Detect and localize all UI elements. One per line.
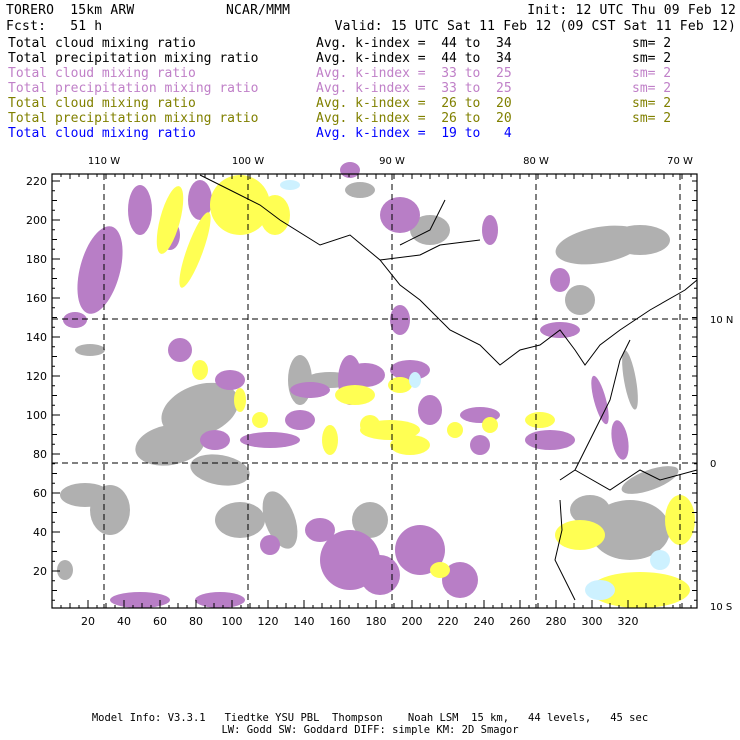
lightblue-cloud-region bbox=[650, 550, 670, 570]
latitude-label: 10 S bbox=[710, 602, 732, 613]
y-tick-label: 20 bbox=[33, 565, 47, 578]
purple-cloud-region bbox=[195, 592, 245, 608]
yellow-cloud-region bbox=[430, 562, 450, 578]
gray-cloud-region bbox=[90, 485, 130, 535]
model-info-line2: LW: Godd SW: Goddard DIFF: simple KM: 2D… bbox=[221, 724, 519, 736]
latitude-label: 10 N bbox=[710, 315, 733, 326]
y-tick-label: 120 bbox=[26, 370, 47, 383]
y-tick-label: 40 bbox=[33, 526, 47, 539]
gray-cloud-region bbox=[565, 285, 595, 315]
longitude-label: 100 W bbox=[232, 156, 264, 167]
purple-cloud-region bbox=[240, 432, 300, 448]
x-tick-label: 240 bbox=[474, 615, 495, 628]
yellow-cloud-region bbox=[555, 520, 605, 550]
x-tick-label: 260 bbox=[510, 615, 531, 628]
y-tick-label: 100 bbox=[26, 409, 47, 422]
yellow-cloud-region bbox=[179, 212, 211, 288]
lightblue-cloud-region bbox=[280, 180, 300, 190]
yellow-cloud-region bbox=[447, 422, 463, 438]
gray-cloud-region bbox=[610, 225, 670, 255]
purple-cloud-region bbox=[215, 370, 245, 390]
yellow-cloud-region bbox=[156, 186, 184, 254]
purple-cloud-region bbox=[128, 185, 152, 235]
y-tick-label: 220 bbox=[26, 175, 47, 188]
longitude-label: 70 W bbox=[667, 156, 693, 167]
yellow-cloud-region bbox=[525, 412, 555, 428]
x-tick-label: 80 bbox=[189, 615, 203, 628]
model-info-line1: Model Info: V3.3.1 Tiedtke YSU PBL Thomp… bbox=[91, 712, 649, 724]
purple-cloud-region bbox=[482, 215, 498, 245]
gray-cloud-region bbox=[57, 560, 73, 580]
purple-cloud-region bbox=[260, 535, 280, 555]
longitude-label: 110 W bbox=[88, 156, 120, 167]
purple-cloud-region bbox=[470, 435, 490, 455]
yellow-cloud-region bbox=[192, 360, 208, 380]
purple-cloud-region bbox=[63, 312, 87, 328]
latitude-label: 0 bbox=[710, 459, 716, 470]
lightblue-cloud-region bbox=[409, 372, 421, 388]
purple-cloud-region bbox=[285, 410, 315, 430]
y-tick-label: 160 bbox=[26, 292, 47, 305]
yellow-cloud-region bbox=[322, 425, 338, 455]
purple-cloud-region bbox=[418, 395, 442, 425]
x-tick-label: 40 bbox=[117, 615, 131, 628]
purple-cloud-region bbox=[77, 226, 123, 314]
yellow-cloud-region bbox=[482, 417, 498, 433]
x-tick-label: 300 bbox=[582, 615, 603, 628]
gray-cloud-region bbox=[215, 502, 265, 538]
yellow-cloud-region bbox=[252, 412, 268, 428]
x-tick-label: 160 bbox=[330, 615, 351, 628]
purple-cloud-region bbox=[591, 375, 609, 425]
yellow-cloud-region bbox=[390, 435, 430, 455]
purple-cloud-region bbox=[611, 420, 629, 460]
x-tick-label: 180 bbox=[366, 615, 387, 628]
purple-cloud-region bbox=[305, 518, 335, 542]
purple-cloud-region bbox=[380, 197, 420, 233]
x-tick-label: 140 bbox=[294, 615, 315, 628]
x-tick-label: 200 bbox=[402, 615, 423, 628]
purple-cloud-region bbox=[345, 363, 385, 387]
x-tick-label: 120 bbox=[258, 615, 279, 628]
gray-cloud-region bbox=[621, 466, 679, 494]
gray-cloud-region bbox=[622, 350, 638, 410]
x-tick-label: 20 bbox=[81, 615, 95, 628]
y-tick-label: 80 bbox=[33, 448, 47, 461]
yellow-cloud-region bbox=[335, 385, 375, 405]
x-tick-label: 220 bbox=[438, 615, 459, 628]
y-tick-label: 60 bbox=[33, 487, 47, 500]
purple-cloud-region bbox=[290, 382, 330, 398]
x-tick-label: 280 bbox=[546, 615, 567, 628]
purple-cloud-region bbox=[168, 338, 192, 362]
yellow-cloud-region bbox=[234, 388, 246, 412]
lightblue-cloud-region bbox=[585, 580, 615, 600]
yellow-cloud-region bbox=[260, 195, 290, 235]
purple-cloud-region bbox=[525, 430, 575, 450]
longitude-label: 90 W bbox=[379, 156, 405, 167]
x-tick-label: 100 bbox=[222, 615, 243, 628]
cloud-field bbox=[57, 162, 695, 608]
x-tick-label: 320 bbox=[618, 615, 639, 628]
purple-cloud-region bbox=[390, 305, 410, 335]
y-tick-label: 180 bbox=[26, 253, 47, 266]
map-plot: 20 40 60 80 100 120 140 160 180 200 220 240 260 280 30… bbox=[26, 156, 733, 628]
purple-cloud-region bbox=[550, 268, 570, 292]
gray-cloud-region bbox=[190, 454, 250, 486]
gray-cloud-region bbox=[75, 344, 105, 356]
gray-cloud-region bbox=[345, 182, 375, 198]
longitude-label: 80 W bbox=[523, 156, 549, 167]
x-tick-label: 60 bbox=[153, 615, 167, 628]
purple-cloud-region bbox=[110, 592, 170, 608]
purple-cloud-region bbox=[200, 430, 230, 450]
purple-cloud-region bbox=[360, 555, 400, 595]
purple-cloud-region bbox=[340, 162, 360, 178]
y-tick-label: 140 bbox=[26, 331, 47, 344]
y-tick-label: 200 bbox=[26, 214, 47, 227]
yellow-cloud-region bbox=[360, 415, 380, 435]
